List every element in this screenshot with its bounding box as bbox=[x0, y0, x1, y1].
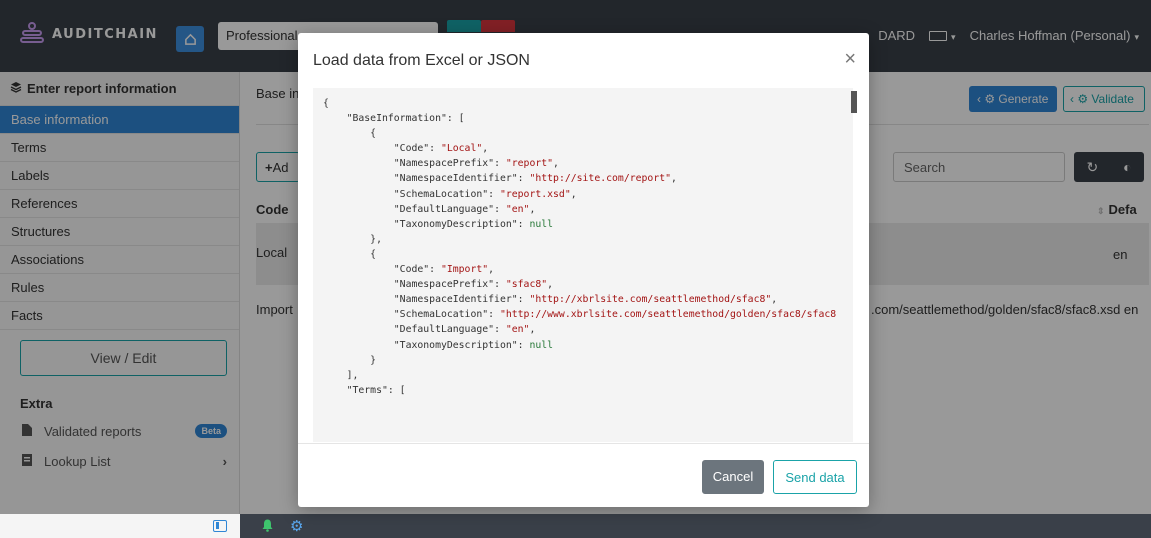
json-value: null bbox=[529, 218, 554, 230]
json-scrollbar[interactable] bbox=[851, 91, 857, 113]
cancel-button[interactable]: Cancel bbox=[702, 460, 764, 494]
json-editor[interactable]: { "BaseInformation": [ { "Code": "Local"… bbox=[313, 88, 853, 442]
json-code: { "BaseInformation": [ { "Code": "Local"… bbox=[323, 98, 837, 396]
json-value: "en" bbox=[505, 324, 530, 336]
sidebar-toggle-icon[interactable] bbox=[213, 520, 227, 532]
settings-gear-icon[interactable]: ⚙ bbox=[290, 517, 303, 535]
modal-footer: Cancel Send data bbox=[298, 443, 869, 507]
json-value: "sfac8" bbox=[505, 279, 548, 291]
json-value: "report.xsd" bbox=[499, 188, 571, 200]
status-bar: ⚙ bbox=[0, 514, 1151, 538]
sidebar-toggle-area bbox=[0, 514, 240, 538]
send-data-button[interactable]: Send data bbox=[773, 460, 857, 494]
json-value: "Import" bbox=[440, 264, 489, 276]
load-data-modal: Load data from Excel or JSON × { "BaseIn… bbox=[298, 33, 869, 507]
json-value: "Local" bbox=[440, 143, 483, 155]
json-value: "en" bbox=[505, 203, 530, 215]
json-key: "BaseInformation" bbox=[346, 113, 447, 125]
close-icon[interactable]: × bbox=[844, 49, 856, 69]
bell-icon[interactable] bbox=[262, 519, 273, 535]
json-value: "http://site.com/report" bbox=[529, 173, 672, 185]
json-key: "Terms" bbox=[346, 384, 388, 396]
json-value: "http://www.xbrlsite.com/seattlemethod/g… bbox=[499, 309, 837, 321]
json-value: null bbox=[529, 339, 554, 351]
modal-title: Load data from Excel or JSON bbox=[313, 52, 530, 69]
json-value: "http://xbrlsite.com/seattlemethod/sfac8… bbox=[529, 294, 772, 306]
json-value: "report" bbox=[505, 158, 554, 170]
